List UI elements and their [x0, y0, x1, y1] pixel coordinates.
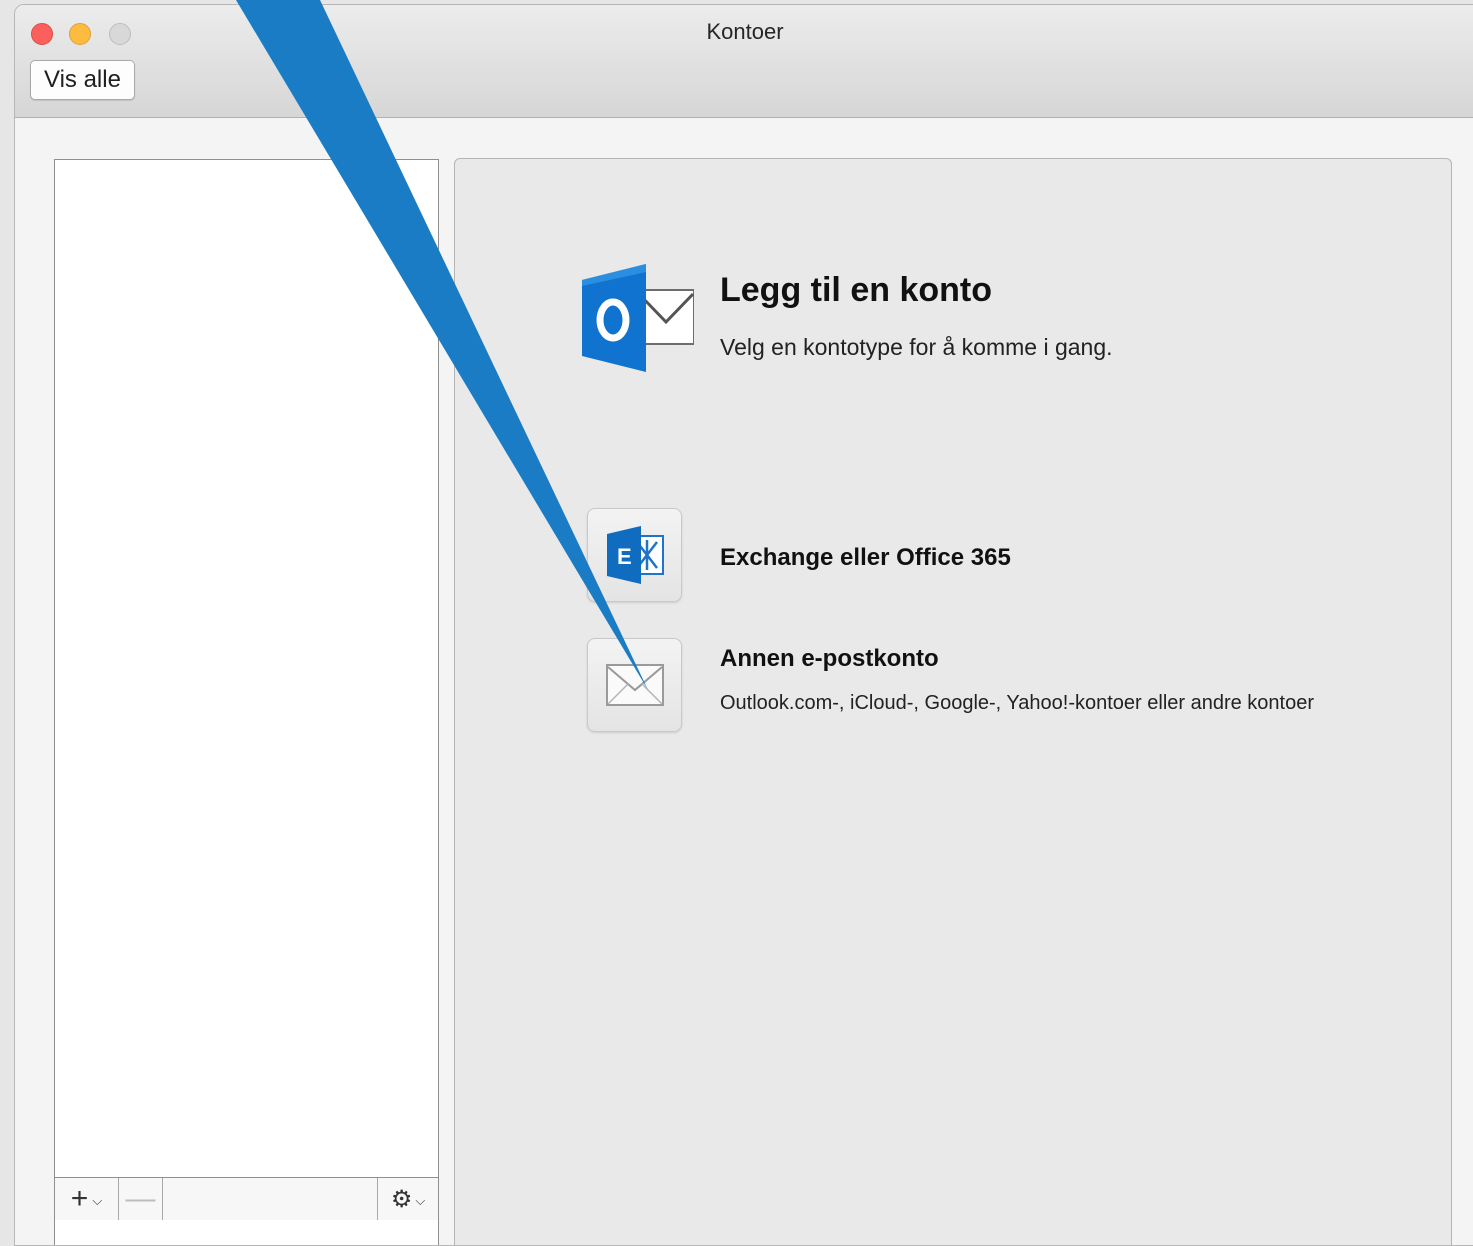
plus-icon: +: [70, 1182, 89, 1215]
outlook-logo-icon: [582, 264, 694, 372]
other-email-option-description: Outlook.com-, iCloud-, Google-, Yahoo!-k…: [720, 692, 1315, 714]
accounts-window: Kontoer Vis alle + ⌵ — ⚙ ⌵ Legg til en k…: [14, 4, 1473, 1246]
svg-text:E: E: [617, 544, 632, 569]
chevron-down-icon: ⌵: [415, 1193, 426, 1208]
show-all-button[interactable]: Vis alle: [30, 60, 135, 100]
envelope-icon: [605, 664, 664, 706]
exchange-option-button[interactable]: E: [587, 508, 682, 602]
remove-account-button[interactable]: —: [119, 1178, 163, 1220]
add-account-panel: Legg til en konto Velg en kontotype for …: [454, 158, 1452, 1245]
minus-icon: —: [125, 1182, 156, 1215]
page-subheading: Velg en kontotype for å komme i gang.: [720, 334, 1113, 360]
other-email-option-label[interactable]: Annen e-postkonto: [720, 645, 939, 673]
chevron-down-icon: ⌵: [92, 1193, 103, 1208]
page-heading: Legg til en konto: [720, 271, 992, 309]
account-list[interactable]: + ⌵ — ⚙ ⌵: [54, 159, 439, 1245]
title-bar: Kontoer Vis alle: [15, 5, 1473, 118]
exchange-option-label[interactable]: Exchange eller Office 365: [720, 544, 1011, 572]
add-account-button[interactable]: + ⌵: [55, 1178, 119, 1220]
account-actions-button[interactable]: ⚙ ⌵: [377, 1178, 438, 1220]
other-email-option-button[interactable]: [587, 638, 682, 732]
window-title: Kontoer: [706, 19, 784, 44]
exchange-icon: E: [606, 526, 664, 584]
gear-icon: ⚙: [390, 1185, 413, 1213]
account-list-toolbar: + ⌵ — ⚙ ⌵: [55, 1177, 438, 1220]
